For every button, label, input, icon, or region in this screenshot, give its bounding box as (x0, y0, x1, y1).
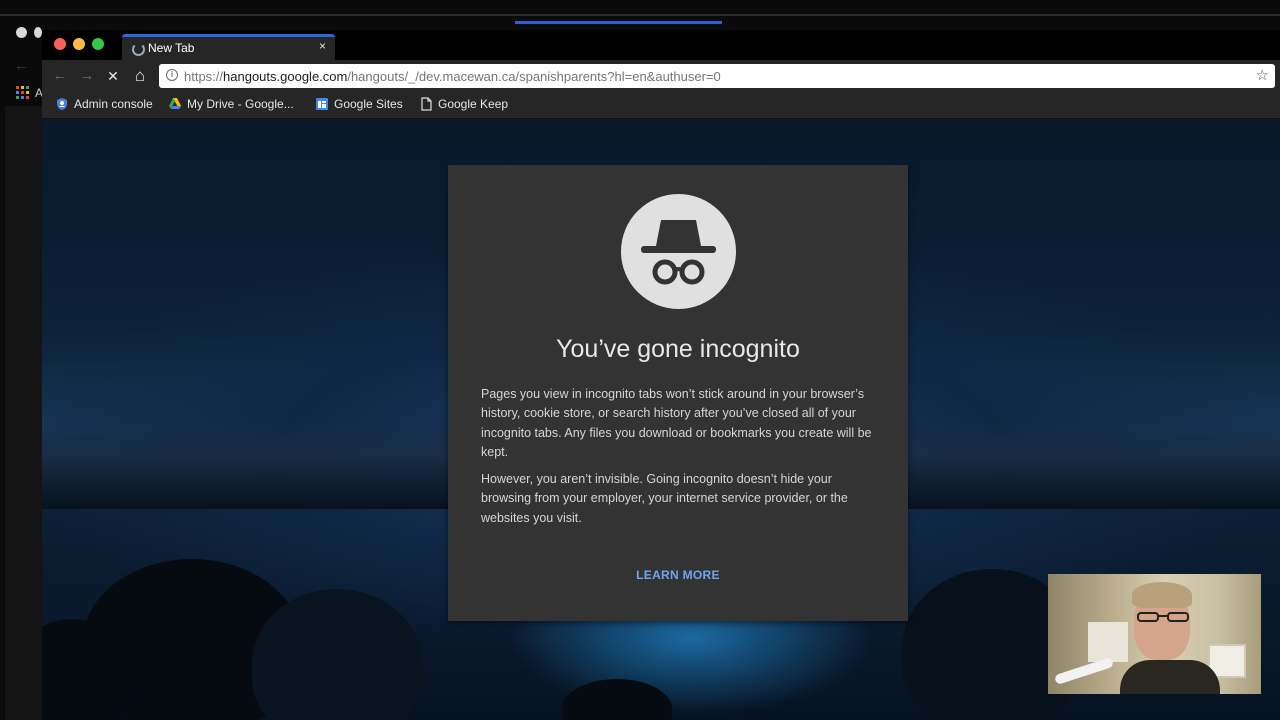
stop-loading-button[interactable]: ✕ (104, 67, 122, 85)
background-back-icon: ← (14, 57, 29, 74)
window-zoom-button[interactable] (92, 38, 104, 50)
back-button[interactable]: ← (51, 67, 69, 85)
bookmark-google-sites[interactable]: Google Sites (315, 97, 403, 111)
admin-console-icon (55, 97, 69, 111)
browser-toolbar: ← → ✕ ⌂ i https://hangouts.google.com/ha… (42, 60, 1280, 93)
wallpaper-rock (252, 589, 422, 720)
bookmark-label: Google Keep (438, 97, 509, 111)
window-minimize-button[interactable] (73, 38, 85, 50)
background-window-content (5, 106, 42, 720)
forward-button[interactable]: → (78, 67, 96, 85)
address-bar[interactable]: i https://hangouts.google.com/hangouts/_… (159, 64, 1275, 88)
bookmark-label: Google Sites (334, 97, 403, 111)
learn-more-link[interactable]: LEARN MORE (448, 568, 908, 582)
tab-title: New Tab (148, 41, 195, 55)
apps-grid-icon[interactable] (16, 86, 30, 100)
tab-strip: New Tab × (42, 30, 1280, 60)
webcam-person-hair (1132, 582, 1192, 608)
bookmark-label: Admin console (74, 97, 153, 111)
url-host: hangouts.google.com (223, 69, 348, 84)
google-sites-icon (315, 97, 329, 111)
background-tab-indicator (515, 21, 722, 24)
background-window-top-strip (0, 14, 1280, 16)
tab-loading-indicator (122, 34, 335, 37)
tab-close-icon[interactable]: × (319, 39, 326, 53)
webcam-background-object (1088, 622, 1128, 662)
site-info-icon[interactable]: i (166, 69, 178, 81)
bookmark-star-icon[interactable]: ☆ (1256, 66, 1269, 84)
background-window-minimize-dot[interactable] (34, 27, 42, 38)
tab-new-tab[interactable]: New Tab × (122, 34, 335, 60)
incognito-icon (621, 194, 736, 309)
incognito-info-card: You’ve gone incognito Pages you view in … (448, 165, 908, 621)
url-scheme: https:// (184, 69, 224, 84)
incognito-warning: However, you aren’t invisible. Going inc… (481, 472, 848, 525)
incognito-title: You’ve gone incognito (556, 335, 800, 363)
bookmark-my-drive[interactable]: My Drive - Google... (168, 97, 294, 111)
window-close-button[interactable] (54, 38, 66, 50)
bookmark-label: My Drive - Google... (187, 97, 294, 111)
bookmark-google-keep[interactable]: Google Keep (419, 97, 508, 111)
home-button[interactable]: ⌂ (131, 67, 149, 85)
webcam-person-shirt (1120, 660, 1220, 694)
document-icon (419, 97, 433, 111)
webcam-microphone (1053, 656, 1115, 686)
wallpaper-rock (562, 679, 672, 720)
webcam-overlay (1048, 574, 1261, 694)
background-window-close-dot[interactable] (16, 27, 27, 38)
bookmarks-bar: Admin console My Drive - Google... Googl… (42, 93, 1280, 119)
tab-loading-spinner-icon (132, 43, 145, 56)
address-bar-url[interactable]: https://hangouts.google.com/hangouts/_/d… (184, 69, 721, 84)
google-drive-icon (168, 97, 182, 111)
bookmark-admin-console[interactable]: Admin console (55, 97, 153, 111)
webcam-person-glasses (1137, 612, 1189, 622)
incognito-description: Pages you view in incognito tabs won’t s… (481, 387, 872, 459)
url-path: /hangouts/_/dev.macewan.ca/spanishparent… (347, 69, 721, 84)
